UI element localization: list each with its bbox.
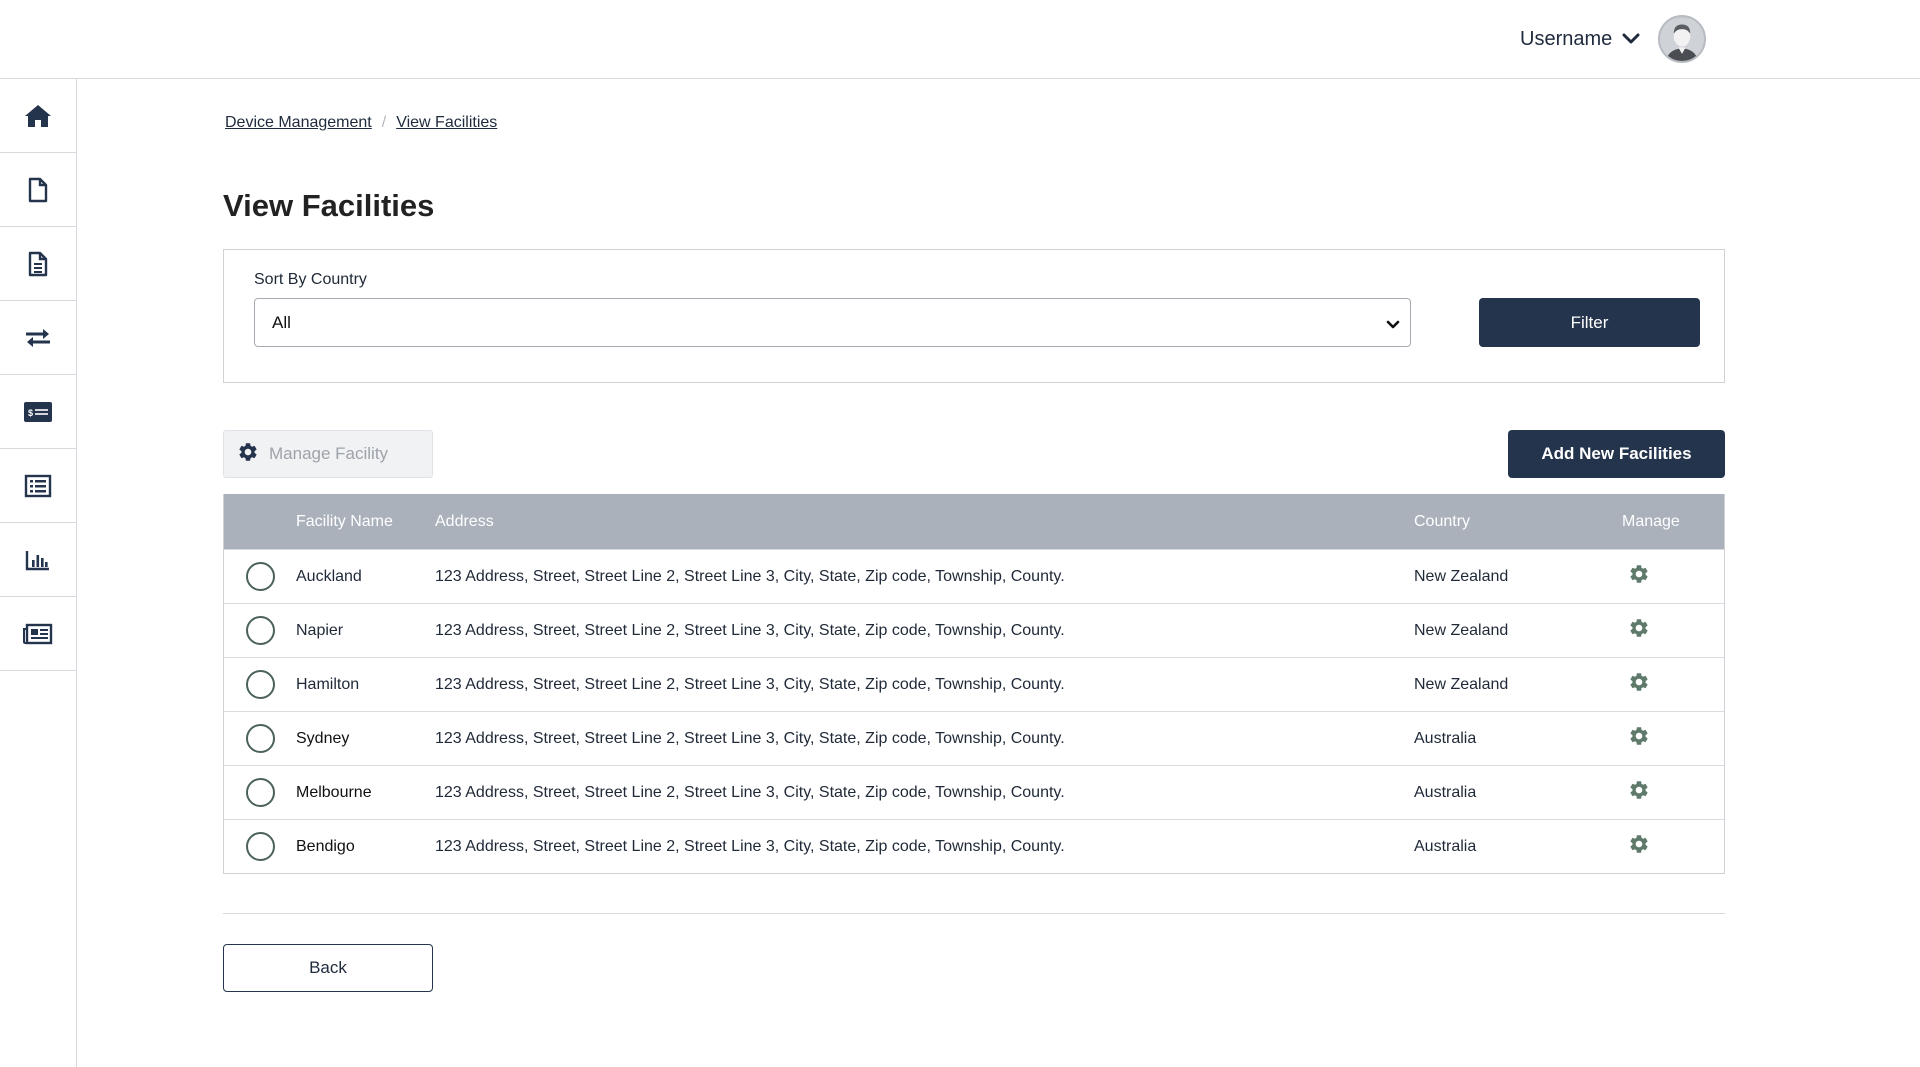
chevron-down-icon — [1622, 33, 1640, 45]
breadcrumb-separator: / — [381, 114, 387, 131]
section-divider — [223, 913, 1725, 914]
top-header: Username — [0, 0, 1920, 79]
column-header-facility-name: Facility Name — [296, 512, 393, 530]
facility-name: Auckland — [296, 567, 362, 585]
user-menu[interactable]: Username — [1520, 14, 1707, 64]
sidebar-item-reports[interactable] — [0, 523, 76, 597]
facility-address: 123 Address, Street, Street Line 2, Stre… — [435, 567, 1065, 585]
facility-country: Australia — [1414, 783, 1477, 801]
facility-name: Sydney — [296, 729, 350, 747]
sidebar-nav: $ — [0, 79, 77, 1067]
facility-address: 123 Address, Street, Street Line 2, Stre… — [435, 837, 1065, 855]
sidebar-item-transfers[interactable] — [0, 301, 76, 375]
table-row: Napier 123 Address, Street, Street Line … — [224, 603, 1724, 657]
column-header-country: Country — [1414, 512, 1471, 530]
username-label: Username — [1520, 27, 1613, 50]
facility-name: Hamilton — [296, 675, 360, 693]
gear-icon[interactable] — [1628, 671, 1650, 693]
sidebar-item-news[interactable] — [0, 597, 76, 671]
row-select-radio[interactable] — [245, 778, 275, 807]
chevron-down-icon — [1386, 315, 1400, 335]
facility-country: Australia — [1414, 837, 1477, 855]
exchange-arrows-icon — [24, 327, 52, 349]
table-row: Hamilton 123 Address, Street, Street Lin… — [224, 657, 1724, 711]
document-text-icon — [27, 251, 49, 277]
sidebar-item-home[interactable] — [0, 79, 76, 153]
file-icon — [27, 177, 49, 203]
facility-name: Melbourne — [296, 783, 372, 801]
svg-text:$: $ — [28, 408, 33, 418]
sidebar-item-file[interactable] — [0, 153, 76, 227]
facility-address: 123 Address, Street, Street Line 2, Stre… — [435, 675, 1065, 693]
gear-icon[interactable] — [1628, 563, 1650, 585]
facility-address: 123 Address, Street, Street Line 2, Stre… — [435, 783, 1065, 801]
row-select-radio[interactable] — [245, 562, 275, 591]
home-icon — [24, 103, 52, 129]
billing-card-icon: $ — [23, 401, 53, 423]
newspaper-icon — [23, 623, 53, 645]
sidebar-item-list[interactable] — [0, 449, 76, 523]
user-avatar[interactable] — [1658, 15, 1707, 63]
bar-chart-icon — [25, 549, 51, 571]
column-header-address: Address — [435, 512, 494, 530]
gear-icon[interactable] — [1628, 833, 1650, 855]
table-row: Sydney 123 Address, Street, Street Line … — [224, 711, 1724, 765]
table-row: Auckland 123 Address, Street, Street Lin… — [224, 549, 1724, 603]
breadcrumb: Device Management / View Facilities — [225, 114, 497, 132]
gear-icon[interactable] — [1628, 779, 1650, 801]
back-button[interactable]: Back — [223, 944, 433, 992]
row-select-radio[interactable] — [245, 832, 275, 861]
country-select-value: All — [272, 312, 291, 332]
filter-button[interactable]: Filter — [1479, 298, 1700, 347]
page-title: View Facilities — [223, 188, 435, 223]
row-select-radio[interactable] — [245, 724, 275, 753]
breadcrumb-view-facilities[interactable]: View Facilities — [396, 114, 497, 132]
list-icon — [24, 474, 52, 498]
table-row: Bendigo 123 Address, Street, Street Line… — [224, 819, 1724, 873]
add-new-facilities-button[interactable]: Add New Facilities — [1508, 430, 1725, 478]
column-header-manage: Manage — [1622, 512, 1680, 530]
table-header: Facility Name Address Country Manage — [224, 494, 1724, 549]
breadcrumb-device-management[interactable]: Device Management — [225, 114, 372, 132]
country-select[interactable]: All — [254, 298, 1411, 347]
facility-name: Bendigo — [296, 837, 355, 855]
facility-country: New Zealand — [1414, 675, 1509, 693]
filter-panel: Sort By Country All Filter — [223, 249, 1725, 383]
facility-country: New Zealand — [1414, 621, 1509, 639]
row-select-radio[interactable] — [245, 670, 275, 699]
row-select-radio[interactable] — [245, 616, 275, 645]
gear-icon — [237, 441, 269, 468]
facility-name: Napier — [296, 621, 344, 639]
sort-by-country-label: Sort By Country — [254, 271, 367, 288]
facility-country: Australia — [1414, 729, 1477, 747]
gear-icon[interactable] — [1628, 617, 1650, 639]
manage-facility-label: Manage Facility — [269, 444, 389, 463]
facility-address: 123 Address, Street, Street Line 2, Stre… — [435, 729, 1065, 747]
manage-facility-button[interactable]: Manage Facility — [223, 430, 433, 478]
sidebar-item-billing[interactable]: $ — [0, 375, 76, 449]
facility-country: New Zealand — [1414, 567, 1509, 585]
table-row: Melbourne 123 Address, Street, Street Li… — [224, 765, 1724, 819]
facility-address: 123 Address, Street, Street Line 2, Stre… — [435, 621, 1065, 639]
sidebar-item-document[interactable] — [0, 227, 76, 301]
facilities-table: Facility Name Address Country Manage Auc… — [223, 494, 1725, 874]
gear-icon[interactable] — [1628, 725, 1650, 747]
